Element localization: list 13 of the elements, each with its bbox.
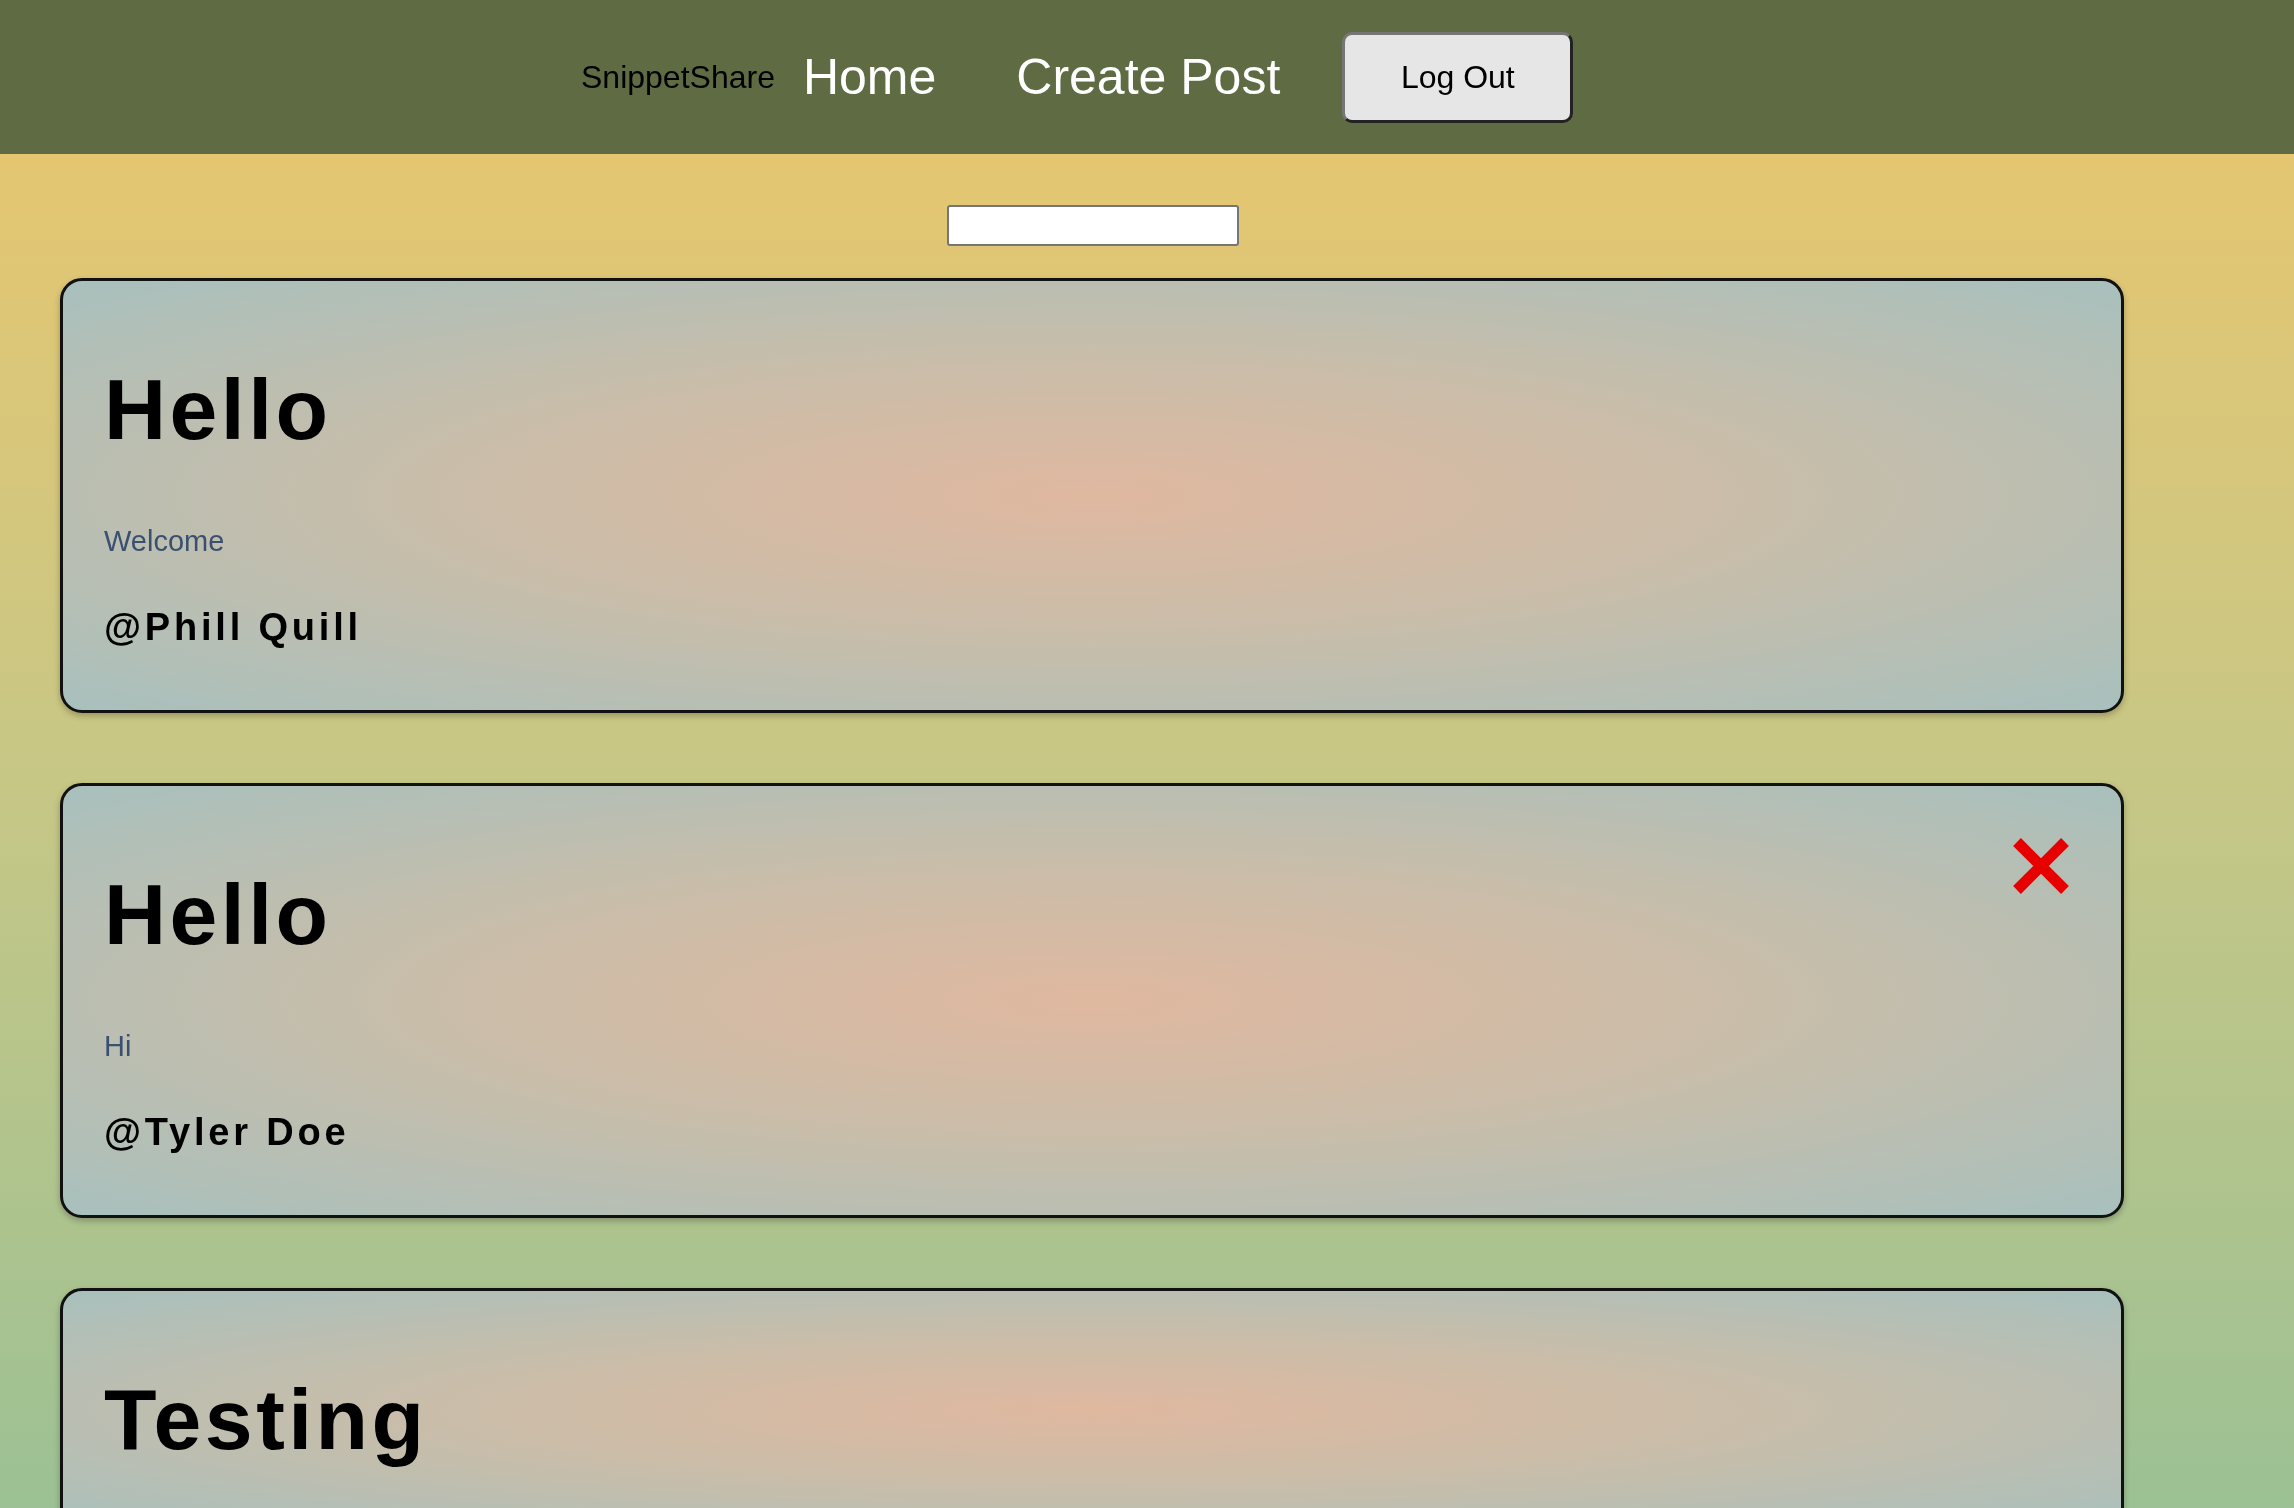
post-title: Hello: [104, 864, 332, 964]
brand-name[interactable]: SnippetShare: [581, 53, 775, 101]
post-author: @Tyler Doe: [104, 1110, 350, 1156]
post-title: Hello: [104, 360, 332, 459]
post-author: @Phill Quill: [104, 605, 362, 651]
post-title: Testing: [104, 1369, 428, 1469]
post-body: Welcome: [104, 524, 225, 560]
log-out-button[interactable]: Log Out: [1342, 31, 1574, 123]
nav-link[interactable]: Home: [802, 39, 937, 115]
search-field[interactable]: [947, 205, 1239, 246]
post-body: Hi: [104, 1029, 132, 1065]
delete-icon[interactable]: [2011, 835, 2071, 896]
nav-link[interactable]: Create Post: [1016, 39, 1281, 115]
